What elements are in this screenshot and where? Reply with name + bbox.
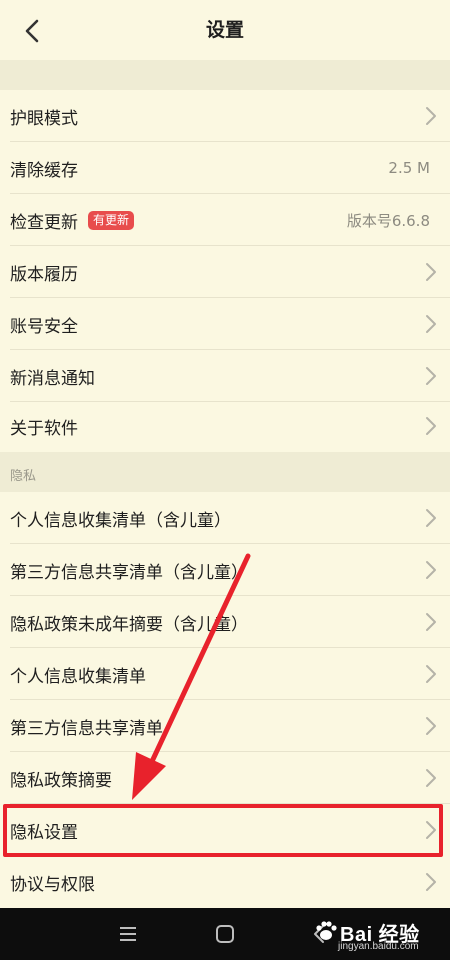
setting-about-software[interactable]: 关于软件	[0, 400, 450, 452]
chevron-right-icon	[426, 873, 436, 891]
menu-icon[interactable]	[116, 922, 140, 946]
section-spacer	[0, 60, 450, 90]
setting-label: 隐私设置	[10, 822, 78, 843]
privacy-section-header: 隐私	[0, 452, 450, 492]
privacy-item-third-party[interactable]: 第三方信息共享清单	[0, 700, 450, 752]
privacy-item-policy-minor-summary[interactable]: 隐私政策未成年摘要（含儿童）	[0, 596, 450, 648]
chevron-right-icon	[426, 821, 436, 839]
chevron-right-icon	[426, 107, 436, 125]
chevron-right-icon	[426, 717, 436, 735]
watermark-brand: Bai 经验	[340, 924, 420, 946]
setting-label: 新消息通知	[10, 368, 95, 389]
setting-clear-cache[interactable]: 清除缓存 2.5 M	[0, 142, 450, 194]
privacy-item-policy-summary[interactable]: 隐私政策摘要	[0, 752, 450, 804]
chevron-right-icon	[426, 665, 436, 683]
privacy-item-third-party-children[interactable]: 第三方信息共享清单（含儿童）	[0, 544, 450, 596]
setting-label: 隐私政策摘要	[10, 770, 112, 791]
setting-label: 关于软件	[10, 418, 78, 439]
setting-label: 护眼模式	[10, 108, 78, 129]
setting-label: 协议与权限	[10, 874, 95, 895]
chevron-right-icon	[426, 417, 436, 435]
version-value: 版本号6.6.8	[346, 211, 430, 230]
setting-label: 个人信息收集清单	[10, 666, 146, 687]
privacy-item-privacy-settings[interactable]: 隐私设置	[0, 804, 450, 856]
setting-eye-care-mode[interactable]: 护眼模式	[0, 90, 450, 142]
setting-label: 版本履历	[10, 264, 78, 285]
setting-message-notification[interactable]: 新消息通知	[0, 350, 450, 402]
chevron-right-icon	[426, 509, 436, 527]
home-icon[interactable]	[213, 922, 237, 946]
setting-check-update[interactable]: 检查更新 有更新 版本号6.6.8	[0, 194, 450, 246]
setting-label: 隐私政策未成年摘要（含儿童）	[10, 614, 248, 635]
chevron-right-icon	[426, 613, 436, 631]
top-bar: 设置	[0, 0, 450, 60]
chevron-right-icon	[426, 769, 436, 787]
setting-label: 第三方信息共享清单（含儿童）	[10, 562, 248, 583]
cache-size-value: 2.5 M	[388, 159, 430, 177]
system-nav-bar: Bai 经验 jingyan.baidu.com	[0, 908, 450, 960]
privacy-item-personal-info-children[interactable]: 个人信息收集清单（含儿童）	[0, 492, 450, 544]
chevron-right-icon	[426, 315, 436, 333]
setting-label: 个人信息收集清单（含儿童）	[10, 510, 231, 531]
privacy-item-personal-info[interactable]: 个人信息收集清单	[0, 648, 450, 700]
page-title: 设置	[205, 19, 244, 41]
setting-label: 检查更新	[10, 212, 78, 233]
back-button[interactable]	[14, 14, 50, 48]
update-badge: 有更新	[88, 211, 135, 230]
setting-version-history[interactable]: 版本履历	[0, 246, 450, 298]
chevron-right-icon	[426, 561, 436, 579]
setting-account-security[interactable]: 账号安全	[0, 298, 450, 350]
chevron-right-icon	[426, 367, 436, 385]
setting-label: 账号安全	[10, 316, 78, 337]
setting-label: 第三方信息共享清单	[10, 718, 163, 739]
back-icon[interactable]	[308, 922, 332, 946]
setting-label: 清除缓存	[10, 160, 78, 181]
chevron-left-icon	[25, 19, 39, 43]
watermark-url: jingyan.baidu.com	[338, 941, 419, 952]
privacy-item-agreements-permissions[interactable]: 协议与权限	[0, 856, 450, 908]
chevron-right-icon	[426, 263, 436, 281]
